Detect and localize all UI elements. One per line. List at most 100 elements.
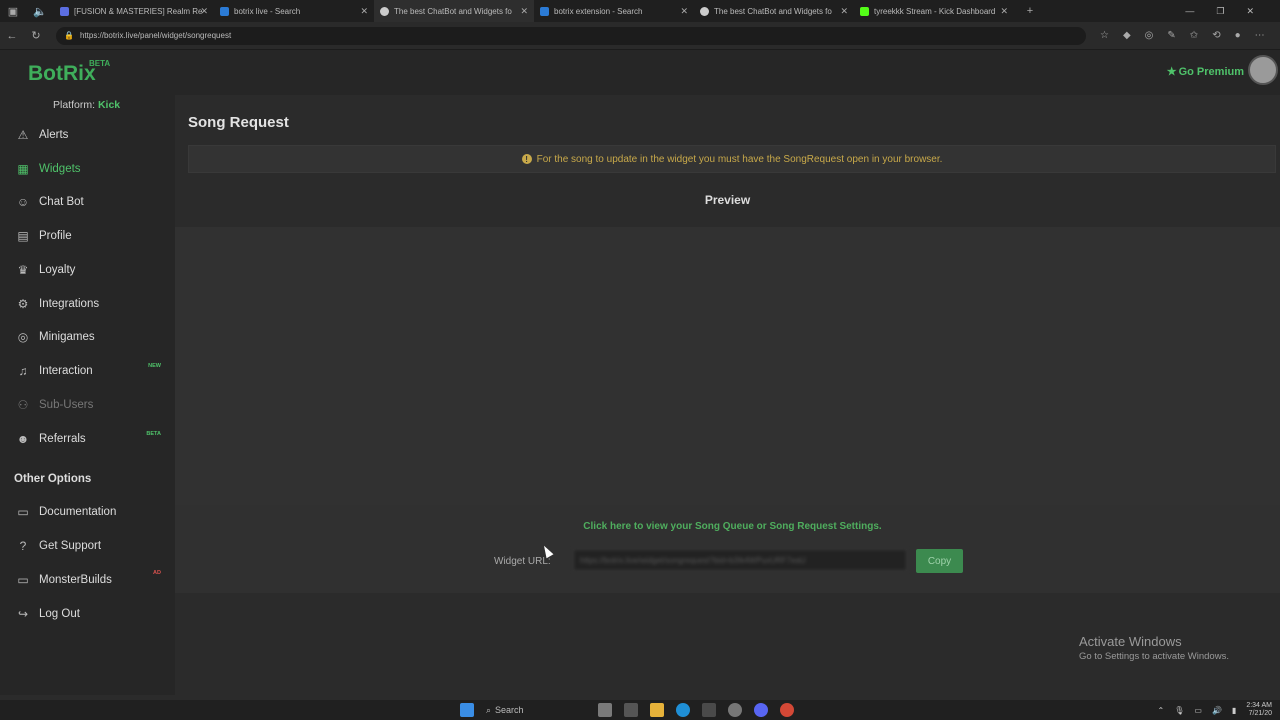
- close-icon[interactable]: ✕: [520, 6, 528, 17]
- sidebar-item-monsterbuilds[interactable]: ▭ MonsterBuilds: [16, 573, 112, 587]
- copy-button[interactable]: Copy: [916, 549, 963, 573]
- browser-tab-active[interactable]: The best ChatBot and Widgets fo ✕: [374, 0, 534, 22]
- page-title: Song Request: [188, 114, 289, 131]
- beta-badge: BETA: [89, 59, 111, 68]
- sidebar-item-label: Log Out: [39, 608, 80, 620]
- browser-toolbar: ← ↻ 🔒 https://botrix.live/panel/widget/s…: [0, 22, 1280, 50]
- tab-title: The best ChatBot and Widgets fo: [394, 6, 512, 16]
- sidebar-item-label: Referrals: [39, 433, 86, 445]
- browser-tab[interactable]: botrix live - Search ✕: [214, 0, 374, 22]
- workspaces-icon[interactable]: ▣: [0, 5, 26, 18]
- sidebar-item-loyalty[interactable]: ♛ Loyalty: [16, 263, 76, 277]
- user-avatar[interactable]: [1248, 55, 1278, 85]
- trophy-icon: ♛: [17, 263, 29, 277]
- windows-start-icon[interactable]: [460, 703, 474, 717]
- taskbar: ⌕ Search ⌃ 🎙 ▭ 🔊 ▮ 2:34 AM 7/21/20: [0, 700, 1280, 720]
- extension-icon[interactable]: ✎: [1167, 30, 1175, 41]
- refresh-icon[interactable]: ↻: [24, 29, 48, 42]
- close-window-icon[interactable]: ✕: [1246, 6, 1254, 17]
- sidebar-item-alerts[interactable]: ⚠ Alerts: [16, 128, 69, 142]
- sidebar-item-label: Loyalty: [39, 264, 76, 276]
- sidebar-item-referrals[interactable]: ☻ Referrals: [16, 432, 86, 446]
- address-bar[interactable]: 🔒 https://botrix.live/panel/widget/songr…: [56, 26, 1086, 45]
- browser-tab[interactable]: The best ChatBot and Widgets fo ✕: [694, 0, 854, 22]
- platform-indicator: Platform: Kick: [53, 99, 120, 111]
- watermark-title: Activate Windows: [1079, 634, 1182, 649]
- star-icon: ★: [1166, 66, 1177, 78]
- sidebar-item-interaction[interactable]: ♫ Interaction: [16, 364, 93, 378]
- watermark-subtitle: Go to Settings to activate Windows.: [1079, 651, 1229, 662]
- beta-badge: BETA: [146, 431, 161, 437]
- new-tab-icon[interactable]: +: [1018, 5, 1042, 17]
- activate-windows-watermark: Activate Windows Go to Settings to activ…: [1079, 634, 1229, 662]
- profile-icon[interactable]: ●: [1235, 30, 1241, 41]
- sidebar-item-label: Interaction: [39, 365, 93, 377]
- music-note-icon: ♫: [18, 364, 28, 378]
- settings-icon[interactable]: [728, 703, 742, 717]
- sidebar-item-chat-bot[interactable]: ☺ Chat Bot: [16, 195, 84, 209]
- extension-icon[interactable]: ◆: [1123, 30, 1131, 41]
- browser-tools: ☆ ◆ ◎ ✎ ✩ ⟲ ● ⋯: [1100, 30, 1265, 41]
- clock[interactable]: 2:34 AM 7/21/20: [1246, 702, 1272, 718]
- chrome-icon[interactable]: [780, 703, 794, 717]
- minimize-icon[interactable]: —: [1185, 6, 1194, 16]
- sidebar-item-profile[interactable]: ▤ Profile: [16, 229, 71, 243]
- tab-favicon: [540, 6, 549, 16]
- info-notice: ! For the song to update in the widget y…: [188, 145, 1276, 173]
- favorites-icon[interactable]: ✩: [1190, 30, 1198, 41]
- discord-icon[interactable]: [754, 703, 768, 717]
- browser-tab[interactable]: [FUSION & MASTERIES] Realm Re ✕: [54, 0, 214, 22]
- extension-icon[interactable]: ◎: [1145, 30, 1154, 41]
- botrix-logo[interactable]: BotRix: [28, 62, 96, 86]
- chevron-up-icon[interactable]: ⌃: [1158, 706, 1165, 715]
- song-queue-link[interactable]: Click here to view your Song Queue or So…: [175, 521, 1280, 532]
- users-icon: ⚇: [17, 398, 29, 412]
- back-icon[interactable]: ←: [0, 30, 24, 42]
- restore-icon[interactable]: ❐: [1216, 6, 1224, 17]
- sidebar-item-label: Chat Bot: [39, 196, 84, 208]
- network-icon[interactable]: ▭: [1194, 706, 1202, 715]
- sidebar-item-sub-users[interactable]: ⚇ Sub-Users: [16, 398, 94, 412]
- id-card-icon: ▤: [17, 229, 29, 243]
- go-premium-button[interactable]: ★ Go Premium: [1166, 65, 1244, 79]
- task-view-icon[interactable]: [624, 703, 638, 717]
- battery-icon[interactable]: ▮: [1232, 706, 1236, 715]
- close-icon[interactable]: ✕: [680, 6, 688, 17]
- laptop-icon: ▭: [17, 573, 29, 587]
- browser-tab[interactable]: botrix extension - Search ✕: [534, 0, 694, 22]
- widget-url-field[interactable]: https://botrix.live/widget/songrequest?b…: [573, 549, 907, 571]
- sidebar-item-get-support[interactable]: ? Get Support: [16, 539, 101, 553]
- sidebar-item-widgets[interactable]: ▦ Widgets: [16, 162, 81, 176]
- sidebar-item-log-out[interactable]: ↪ Log Out: [16, 607, 80, 621]
- more-icon[interactable]: ⋯: [1255, 30, 1265, 41]
- volume-icon[interactable]: 🔊: [1212, 706, 1222, 715]
- close-icon[interactable]: ✕: [360, 6, 368, 17]
- history-icon[interactable]: ⟲: [1212, 30, 1220, 41]
- tab-favicon: [220, 6, 229, 16]
- book-icon: ▭: [17, 505, 29, 519]
- sidebar-item-label: Widgets: [39, 163, 81, 175]
- sidebar-item-documentation[interactable]: ▭ Documentation: [16, 505, 116, 519]
- sidebar-item-minigames[interactable]: ◎ Minigames: [16, 330, 95, 344]
- sidebar-item-label: Get Support: [39, 540, 102, 552]
- sidebar-item-label: Minigames: [39, 331, 95, 343]
- window-controls: — ❐ ✕: [1185, 0, 1280, 22]
- favorite-star-icon[interactable]: ☆: [1100, 30, 1109, 41]
- close-icon[interactable]: ✕: [200, 6, 208, 17]
- browser-tab[interactable]: tyreekkk Stream - Kick Dashboard ✕: [854, 0, 1014, 22]
- sidebar-item-label: MonsterBuilds: [39, 574, 112, 586]
- lock-icon: 🔒: [64, 31, 74, 40]
- taskbar-search[interactable]: ⌕ Search: [486, 705, 586, 716]
- microphone-icon[interactable]: 🎙: [1174, 706, 1184, 715]
- tab-favicon: [60, 6, 69, 16]
- close-icon[interactable]: ✕: [840, 6, 848, 17]
- sidebar-item-integrations[interactable]: ⚙ Integrations: [16, 297, 100, 311]
- store-icon[interactable]: [702, 703, 716, 717]
- file-explorer-icon[interactable]: [650, 703, 664, 717]
- edge-icon[interactable]: [676, 703, 690, 717]
- widgets-app-icon[interactable]: [598, 703, 612, 717]
- close-icon[interactable]: ✕: [1000, 6, 1008, 17]
- mute-tab-icon[interactable]: 🔈: [26, 5, 54, 18]
- go-premium-label: Go Premium: [1178, 65, 1244, 78]
- tab-title: tyreekkk Stream - Kick Dashboard: [874, 6, 996, 16]
